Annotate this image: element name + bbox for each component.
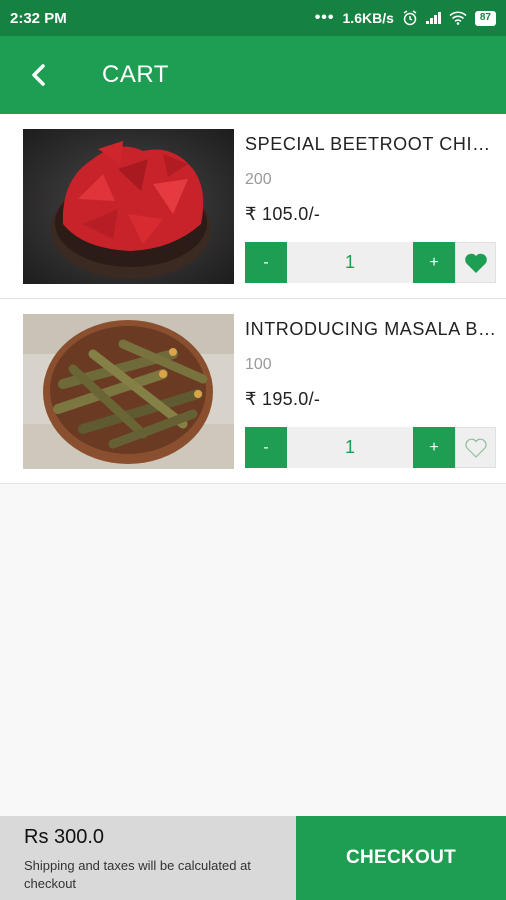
status-icons: ••• 1.6KB/s 87: [315, 9, 496, 27]
heart-outline-icon: [464, 438, 487, 458]
decrement-button[interactable]: -: [245, 427, 287, 468]
decrement-button[interactable]: -: [245, 242, 287, 283]
cart-item: SPECIAL BEETROOT CHIPS 200 ₹ 105.0/- - 1…: [0, 114, 506, 299]
battery-icon: 87: [474, 10, 496, 26]
beetroot-chips-image[interactable]: [23, 129, 234, 284]
app-bar: CART: [0, 36, 506, 114]
signal-icon: [425, 12, 441, 24]
increment-button[interactable]: +: [413, 242, 455, 283]
cart-summary: Rs 300.0 Shipping and taxes will be calc…: [0, 816, 296, 900]
more-dots-icon: •••: [314, 9, 335, 26]
heart-filled-icon: [464, 253, 487, 273]
shipping-note: Shipping and taxes will be calculated at…: [24, 858, 251, 891]
quantity-value: 1: [287, 242, 413, 283]
back-button[interactable]: [0, 36, 80, 114]
favorite-button[interactable]: [455, 427, 496, 468]
product-price: ₹ 105.0/-: [245, 204, 321, 224]
product-weight: 200: [245, 171, 272, 188]
cart-list: SPECIAL BEETROOT CHIPS 200 ₹ 105.0/- - 1…: [0, 114, 506, 484]
quantity-stepper: - 1 +: [245, 427, 496, 468]
increment-button[interactable]: +: [413, 427, 455, 468]
product-name[interactable]: SPECIAL BEETROOT CHIPS: [245, 134, 497, 155]
favorite-button[interactable]: [455, 242, 496, 283]
quantity-stepper: - 1 +: [245, 242, 496, 283]
status-bar: 2:32 PM ••• 1.6KB/s 87: [0, 0, 506, 36]
alarm-icon: [403, 10, 417, 26]
wifi-icon: [449, 11, 467, 25]
cart-item: INTRODUCING MASALA BHINDI 100 ₹ 195.0/- …: [0, 299, 506, 484]
status-time: 2:32 PM: [10, 9, 67, 27]
quantity-value: 1: [287, 427, 413, 468]
back-arrow-icon: [32, 64, 45, 86]
product-weight: 100: [245, 356, 272, 373]
page-title: CART: [102, 61, 169, 88]
okra-bowl-image[interactable]: [23, 314, 234, 469]
checkout-button[interactable]: CHECKOUT: [296, 816, 506, 900]
network-speed: 1.6KB/s: [342, 10, 394, 26]
cart-total: Rs 300.0: [24, 826, 105, 848]
product-name[interactable]: INTRODUCING MASALA BHINDI: [245, 319, 497, 340]
product-price: ₹ 195.0/-: [245, 389, 321, 409]
cart-footer: Rs 300.0 Shipping and taxes will be calc…: [0, 816, 506, 900]
